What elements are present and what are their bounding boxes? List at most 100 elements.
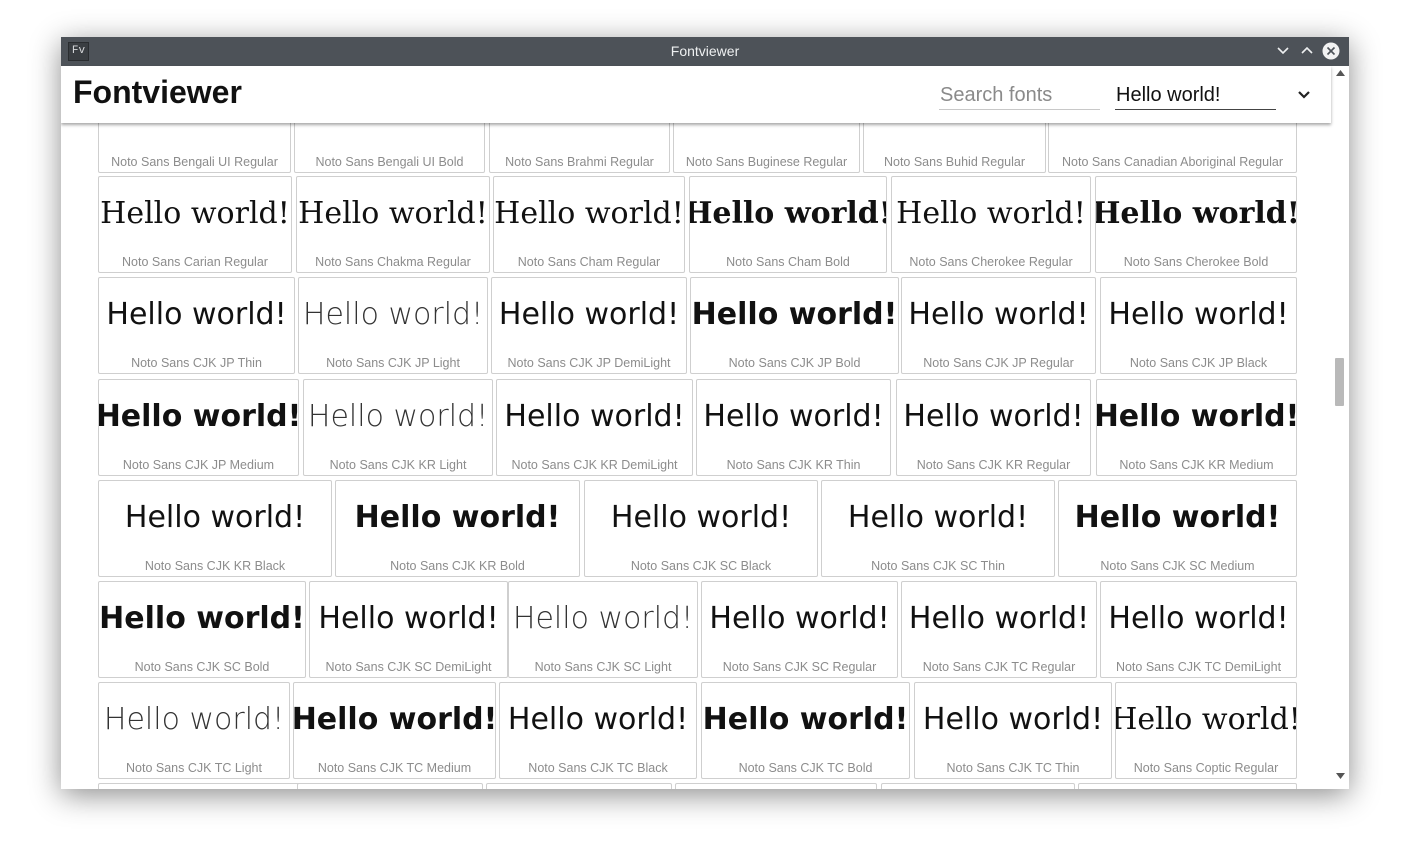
sample-text-input[interactable]: [1115, 81, 1276, 110]
font-sample-text: Hello world!: [903, 398, 1084, 434]
font-tile-partial[interactable]: [486, 783, 672, 789]
font-tile[interactable]: Hello world! Noto Sans CJK JP DemiLight: [491, 277, 687, 374]
font-sample-text: Hello world!: [690, 195, 886, 231]
font-name-label: Noto Sans Bengali UI Regular: [111, 155, 278, 169]
font-tile[interactable]: Hello world! Noto Sans Cham Regular: [493, 176, 685, 273]
options-dropdown-button[interactable]: [1291, 82, 1317, 108]
font-tile[interactable]: Hello world! Noto Sans CJK TC Bold: [701, 682, 910, 779]
window-title: Fontviewer: [670, 43, 740, 59]
font-tile[interactable]: Hello world! Noto Sans CJK TC Thin: [914, 682, 1112, 779]
vertical-scrollbar[interactable]: [1331, 66, 1349, 789]
font-name-label: Noto Sans Cham Regular: [517, 255, 661, 269]
font-tile[interactable]: Hello world! Noto Sans CJK KR Bold: [335, 480, 580, 577]
font-grid: Hello world!Noto Sans Bengali UI Regular…: [61, 123, 1331, 789]
font-tile[interactable]: Hello world!Noto Sans Buginese Regular: [673, 123, 860, 173]
font-name-label: Noto Sans Buhid Regular: [883, 155, 1026, 169]
font-name-label: Noto Sans CJK JP Regular: [923, 356, 1074, 370]
font-name-label: Noto Sans Canadian Aboriginal Regular: [1062, 155, 1283, 169]
font-name-label: Noto Sans Cherokee Regular: [909, 255, 1073, 269]
font-tile[interactable]: Hello world! Noto Sans CJK JP Light: [298, 277, 488, 374]
font-name-label: Noto Sans CJK TC DemiLight: [1115, 660, 1282, 674]
font-tile[interactable]: Hello world! Noto Sans CJK JP Medium: [98, 379, 299, 476]
font-sample-text: Hello world!: [847, 499, 1029, 535]
minimize-button[interactable]: [1273, 41, 1293, 61]
font-name-label: Noto Sans CJK JP Bold: [728, 356, 861, 370]
page-title: Fontviewer: [73, 74, 242, 110]
font-tile[interactable]: Hello world! Noto Sans CJK SC Thin: [821, 480, 1055, 577]
font-sample-text: Hello world!: [1097, 398, 1296, 434]
font-tile[interactable]: Hello world! Noto Sans CJK TC Regular: [901, 581, 1097, 678]
font-tile-partial[interactable]: [881, 783, 1075, 789]
font-sample-text: Hello world!: [1108, 296, 1289, 332]
maximize-button[interactable]: [1297, 41, 1317, 61]
font-tile-partial[interactable]: [297, 783, 483, 789]
font-tile[interactable]: Hello world! Noto Sans CJK SC Light: [508, 581, 698, 678]
font-tile[interactable]: Hello world! Noto Sans CJK TC Medium: [293, 682, 496, 779]
font-sample-text: Hello world!: [302, 296, 484, 332]
font-tile[interactable]: Hello world!Noto Sans Buhid Regular: [863, 123, 1046, 173]
chevron-up-icon: [1301, 46, 1313, 54]
font-name-label: Noto Sans Cham Bold: [726, 255, 850, 269]
font-tile[interactable]: Hello world! Noto Sans Coptic Regular: [1115, 682, 1297, 779]
scroll-down-arrow-icon[interactable]: [1336, 773, 1345, 779]
font-tile-partial[interactable]: [675, 783, 877, 789]
font-tile[interactable]: Hello world! Noto Sans CJK KR Thin: [696, 379, 891, 476]
font-name-label: Noto Sans Buginese Regular: [685, 155, 848, 169]
font-tile[interactable]: Hello world! Noto Sans Chakma Regular: [296, 176, 490, 273]
font-tile[interactable]: Hello world! Noto Sans CJK KR Regular: [896, 379, 1091, 476]
font-tile[interactable]: Hello world! Noto Sans Cham Bold: [689, 176, 887, 273]
font-tile[interactable]: Hello world! Noto Sans CJK JP Black: [1100, 277, 1297, 374]
font-name-label: Noto Sans Brahmi Regular: [505, 155, 654, 169]
app-header: Fontviewer: [61, 66, 1331, 123]
font-sample-text: Hello world!: [100, 195, 290, 231]
font-name-label: Noto Sans CJK KR Bold: [390, 559, 525, 573]
font-name-label: Noto Sans CJK SC Light: [534, 660, 672, 674]
font-tile[interactable]: Hello world! Noto Sans CJK TC Light: [98, 682, 290, 779]
font-tile[interactable]: Hello world!Noto Sans Brahmi Regular: [489, 123, 670, 173]
font-tile-partial[interactable]: [98, 783, 323, 789]
font-sample-text: Hello world!: [507, 701, 689, 737]
scroll-up-arrow-icon[interactable]: [1336, 70, 1345, 76]
font-tile[interactable]: Hello world! Noto Sans CJK KR Medium: [1096, 379, 1297, 476]
font-tile[interactable]: Hello world! Noto Sans Cherokee Regular: [891, 176, 1091, 273]
font-tile[interactable]: Hello world! Noto Sans CJK TC Black: [499, 682, 697, 779]
font-tile[interactable]: Hello world! Noto Sans Carian Regular: [98, 176, 292, 273]
font-name-label: Noto Sans CJK TC Medium: [317, 761, 472, 775]
font-tile[interactable]: Hello world! Noto Sans CJK KR DemiLight: [496, 379, 693, 476]
font-name-label: Noto Sans CJK TC Black: [528, 761, 668, 775]
font-tile[interactable]: Hello world!Noto Sans Bengali UI Bold: [294, 123, 485, 173]
font-tile[interactable]: Hello world! Noto Sans CJK SC Regular: [701, 581, 898, 678]
scrollbar-thumb[interactable]: [1335, 358, 1344, 406]
font-name-label: Noto Sans Chakma Regular: [315, 255, 471, 269]
font-tile[interactable]: Hello world! Noto Sans CJK JP Regular: [901, 277, 1096, 374]
font-tile[interactable]: Hello world! Noto Sans CJK TC DemiLight: [1100, 581, 1297, 678]
font-tile[interactable]: Hello world! Noto Sans CJK SC Medium: [1058, 480, 1297, 577]
font-tile[interactable]: Hello world! Noto Sans CJK SC Black: [584, 480, 818, 577]
font-tile[interactable]: Hello world! Noto Sans CJK KR Light: [303, 379, 493, 476]
window-titlebar[interactable]: Fv Fontviewer: [61, 37, 1349, 66]
font-sample-text: Hello world!: [318, 600, 499, 636]
font-tile[interactable]: Hello world! Noto Sans CJK SC Bold: [98, 581, 306, 678]
font-tile[interactable]: Hello world! Noto Sans Cherokee Bold: [1095, 176, 1297, 273]
font-tile[interactable]: Hello world!Noto Sans Bengali UI Regular: [98, 123, 291, 173]
font-name-label: Noto Sans CJK TC Regular: [922, 660, 1076, 674]
font-tile[interactable]: Hello world! Noto Sans CJK SC DemiLight: [309, 581, 508, 678]
font-sample-text: Hello world!: [1116, 701, 1296, 737]
font-sample-text: Hello world!: [691, 296, 898, 332]
font-sample-text: Hello world!: [498, 296, 680, 332]
font-sample-text: Hello world!: [1074, 499, 1281, 535]
font-sample-text: Hello world!: [709, 600, 890, 636]
font-sample-text: Hello world!: [512, 600, 694, 636]
font-tile-partial[interactable]: [1078, 783, 1297, 789]
font-grid-scroll-area[interactable]: Hello world!Noto Sans Bengali UI Regular…: [61, 123, 1331, 789]
font-name-label: Noto Sans CJK SC DemiLight: [325, 660, 492, 674]
search-input[interactable]: [939, 81, 1100, 110]
close-button[interactable]: [1321, 41, 1341, 61]
font-tile[interactable]: Hello world! Noto Sans CJK JP Thin: [98, 277, 295, 374]
font-name-label: Noto Sans CJK KR Medium: [1119, 458, 1274, 472]
font-tile[interactable]: Hello world! Noto Sans CJK JP Bold: [690, 277, 899, 374]
font-sample-text: Hello world!: [1096, 195, 1296, 231]
font-tile[interactable]: Hello world! Noto Sans CJK KR Black: [98, 480, 332, 577]
font-name-label: Noto Sans CJK JP Light: [326, 356, 460, 370]
font-tile[interactable]: Hello world!Noto Sans Canadian Aborigina…: [1048, 123, 1297, 173]
